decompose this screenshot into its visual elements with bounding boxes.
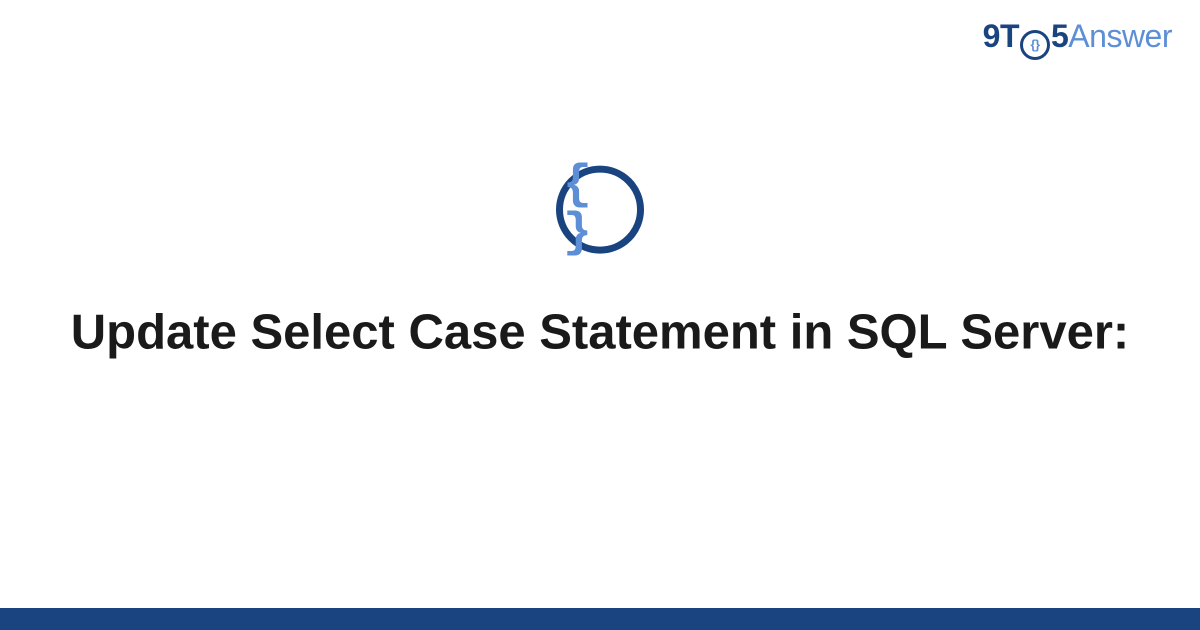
logo-text-9t: 9T [983, 18, 1019, 55]
main-content: { } Update Select Case Statement in SQL … [0, 165, 1200, 364]
category-badge-icon: { } [556, 165, 644, 253]
page-title: Update Select Case Statement in SQL Serv… [11, 301, 1189, 364]
logo-o-braces-icon: {} [1030, 38, 1039, 51]
logo-text-answer: Answer [1068, 18, 1172, 55]
footer-accent-bar [0, 608, 1200, 630]
site-logo: 9T {} 5 Answer [983, 18, 1172, 58]
logo-text-5: 5 [1051, 18, 1068, 55]
braces-icon: { } [563, 161, 637, 257]
logo-o-circle: {} [1020, 30, 1050, 60]
